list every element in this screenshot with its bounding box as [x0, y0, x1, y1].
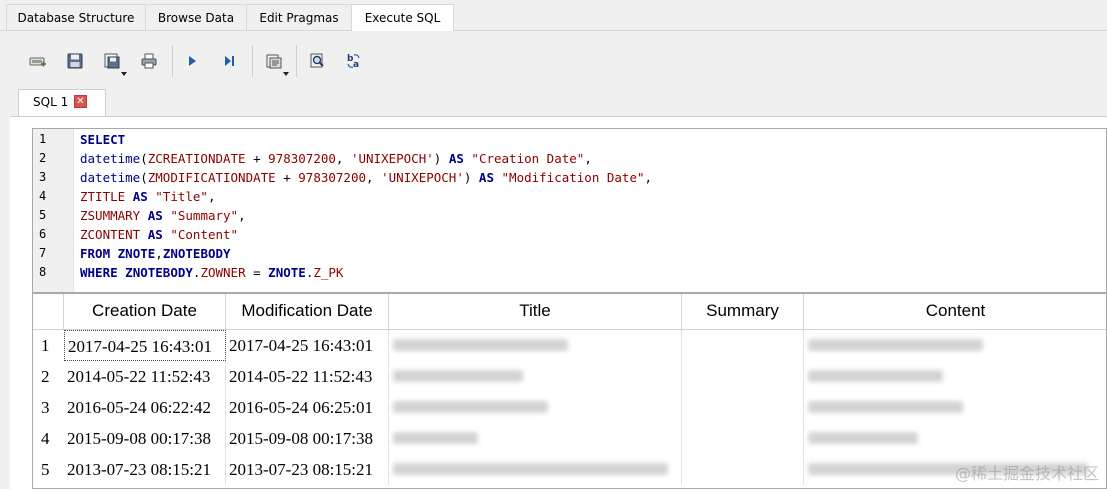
- save-sql-button[interactable]: [63, 50, 87, 72]
- main-tab-bar: Database Structure Browse Data Edit Prag…: [0, 0, 1107, 31]
- open-tab-icon: [29, 57, 46, 67]
- svg-text:a: a: [353, 60, 359, 70]
- sql-tab-label: SQL 1: [33, 95, 69, 109]
- sql-code-line[interactable]: FROM ZNOTE,ZNOTEBODY: [80, 244, 231, 263]
- watermark: @稀土掘金技术社区: [954, 464, 1099, 483]
- execute-all-icon: [189, 56, 196, 66]
- cell-content[interactable]: [804, 330, 1106, 361]
- cell-creation-date[interactable]: 2013-07-23 08:15:21: [64, 454, 226, 485]
- redacted-text: [808, 401, 963, 413]
- cell-summary[interactable]: [682, 423, 804, 454]
- cell-modification-date[interactable]: 2017-04-25 16:43:01: [226, 330, 389, 361]
- column-header-content[interactable]: Content: [804, 294, 1106, 330]
- row-header-corner: [33, 294, 64, 330]
- redacted-text: [808, 370, 943, 382]
- redacted-text: [393, 401, 548, 413]
- find-button[interactable]: [305, 50, 329, 72]
- cell-title[interactable]: [389, 361, 682, 392]
- column-header-modification-date[interactable]: Modification Date: [226, 294, 389, 330]
- sql-code-line[interactable]: SELECT: [80, 130, 125, 149]
- toolbar-separator: [172, 45, 173, 77]
- redacted-text: [393, 339, 568, 351]
- save-results-icon: [104, 53, 120, 69]
- export-button[interactable]: [262, 50, 289, 76]
- cell-summary[interactable]: [682, 454, 804, 485]
- sql-code-line[interactable]: ZTITLE AS "Title",: [80, 187, 216, 206]
- sql-editor-tab[interactable]: SQL 1 ✕: [18, 89, 106, 116]
- tab-edit-pragmas[interactable]: Edit Pragmas: [246, 4, 352, 30]
- cell-summary[interactable]: [682, 392, 804, 423]
- cell-creation-date[interactable]: 2015-09-08 00:17:38: [64, 423, 226, 454]
- toolbar-separator: [296, 45, 297, 77]
- dropdown-arrow-icon[interactable]: [283, 72, 289, 76]
- cell-modification-date[interactable]: 2014-05-22 11:52:43: [226, 361, 389, 392]
- column-header-creation-date[interactable]: Creation Date: [64, 294, 226, 330]
- find-icon: [310, 53, 324, 68]
- cell-creation-date[interactable]: 2014-05-22 11:52:43: [64, 361, 226, 392]
- cell-title[interactable]: [389, 330, 682, 361]
- redacted-text: [808, 339, 983, 351]
- cell-creation-date[interactable]: 2017-04-25 16:43:01: [64, 330, 226, 361]
- line-number: 5: [39, 208, 47, 222]
- print-icon: [141, 53, 157, 69]
- line-number: 1: [39, 132, 47, 146]
- sql-code-line[interactable]: datetime(ZCREATIONDATE + 978307200, 'UNI…: [80, 149, 592, 168]
- line-number: 7: [39, 246, 47, 260]
- cell-content[interactable]: [804, 423, 1106, 454]
- save-results-button[interactable]: [100, 50, 127, 76]
- redacted-text: [393, 463, 668, 475]
- row-number[interactable]: 3: [33, 392, 64, 423]
- sql-toolbar: b a: [0, 31, 1107, 89]
- cell-modification-date[interactable]: 2015-09-08 00:17:38: [226, 423, 389, 454]
- row-number[interactable]: 2: [33, 361, 64, 392]
- dropdown-arrow-icon[interactable]: [121, 72, 127, 76]
- sql-panel: 1 SELECT 2 datetime(ZCREATIONDATE + 9783072…: [10, 116, 1107, 489]
- cell-title[interactable]: [389, 454, 682, 485]
- sql-code-line[interactable]: WHERE ZNOTEBODY.ZOWNER = ZNOTE.Z_PK: [80, 263, 343, 282]
- print-button[interactable]: [137, 50, 161, 72]
- cell-summary[interactable]: [682, 361, 804, 392]
- line-number: 2: [39, 151, 47, 165]
- execute-all-button[interactable]: [180, 50, 204, 72]
- cell-content[interactable]: [804, 392, 1106, 423]
- row-number[interactable]: 4: [33, 423, 64, 454]
- row-number[interactable]: 1: [33, 330, 64, 361]
- column-header-title[interactable]: Title: [389, 294, 682, 330]
- execute-line-button[interactable]: [217, 50, 241, 72]
- sql-code-line[interactable]: ZSUMMARY AS "Summary",: [80, 206, 246, 225]
- cell-creation-date[interactable]: 2016-05-24 06:22:42: [64, 392, 226, 423]
- export-icon: [266, 54, 282, 69]
- cell-summary[interactable]: [682, 330, 804, 361]
- tab-database-structure[interactable]: Database Structure: [6, 4, 146, 30]
- toolbar-separator: [252, 45, 253, 77]
- replace-icon: b a: [347, 54, 360, 70]
- sql-code-line[interactable]: datetime(ZMODIFICATIONDATE + 978307200, …: [80, 168, 652, 187]
- redacted-text: [808, 432, 918, 444]
- tab-browse-data[interactable]: Browse Data: [145, 4, 247, 30]
- column-header-summary[interactable]: Summary: [682, 294, 804, 330]
- redacted-text: [393, 370, 523, 382]
- row-number[interactable]: 5: [33, 454, 64, 485]
- line-number: 3: [39, 170, 47, 184]
- line-number: 8: [39, 265, 47, 279]
- close-icon[interactable]: ✕: [74, 95, 87, 108]
- line-number: 4: [39, 189, 47, 203]
- results-grid[interactable]: Creation Date Modification Date Title Su…: [32, 293, 1107, 489]
- save-icon: [67, 53, 83, 69]
- cell-title[interactable]: [389, 423, 682, 454]
- find-replace-button[interactable]: b a: [342, 50, 366, 72]
- cell-content[interactable]: [804, 361, 1106, 392]
- line-number: 6: [39, 227, 47, 241]
- sql-editor[interactable]: 1 SELECT 2 datetime(ZCREATIONDATE + 9783072…: [32, 128, 1107, 293]
- open-tab-button[interactable]: [26, 50, 50, 72]
- cell-modification-date[interactable]: 2016-05-24 06:25:01: [226, 392, 389, 423]
- sql-code-line[interactable]: ZCONTENT AS "Content": [80, 225, 238, 244]
- cell-modification-date[interactable]: 2013-07-23 08:15:21: [226, 454, 389, 485]
- execute-line-icon: [225, 56, 234, 66]
- cell-title[interactable]: [389, 392, 682, 423]
- tab-execute-sql[interactable]: Execute SQL: [351, 4, 454, 31]
- redacted-text: [393, 432, 478, 444]
